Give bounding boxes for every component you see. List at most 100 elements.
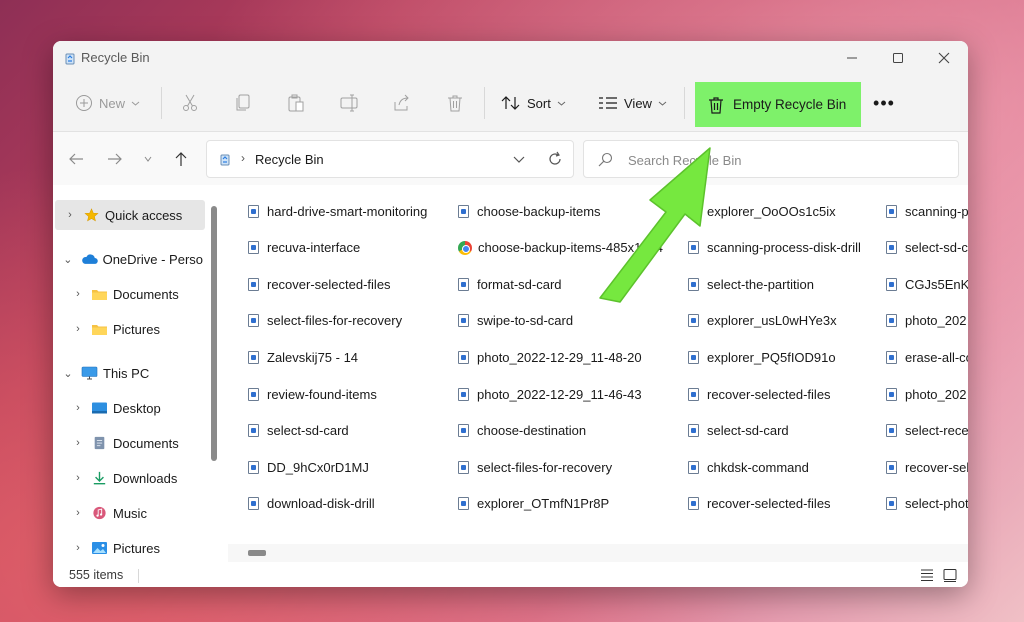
file-name: Zalevskij75 - 14 [267,349,359,365]
delete-button[interactable] [445,85,465,121]
share-icon [394,94,409,111]
file-icon [248,277,259,291]
arrow-left-icon [69,153,83,165]
chevron-right-icon: › [76,437,80,449]
list-item[interactable]: choose-destination [458,420,586,442]
list-item[interactable]: swipe-to-sd-card [458,310,573,332]
file-name: hard-drive-smart-monitoring [267,203,428,219]
star-icon [84,208,99,222]
list-item[interactable]: review-found-items [248,383,377,405]
list-item[interactable]: download-disk-drill [248,493,375,515]
sort-arrows-icon [501,96,520,110]
list-item[interactable]: select-sd-card [248,420,349,442]
view-button[interactable]: View [598,85,667,121]
maximize-button[interactable] [875,41,921,75]
rename-button[interactable] [339,85,359,121]
file-icon [886,460,897,474]
list-item[interactable]: hard-drive-smart-monitoring [248,200,427,222]
item-count: 555 items [69,568,124,582]
empty-recycle-bin-button[interactable]: Empty Recycle Bin [695,82,861,127]
list-item[interactable]: select-files-for-recovery [458,456,612,478]
list-item[interactable]: photo_202 [886,310,966,332]
file-name: explorer_usL0wHYe3x [707,313,837,329]
chevron-down-icon[interactable] [512,150,526,168]
paste-button[interactable] [286,85,306,121]
pictures-icon [92,542,107,554]
sidebar-item-onedrive-pictures[interactable]: › Pictures [53,314,203,344]
list-item[interactable]: photo_2022-12-29_11-48-20 [458,346,642,368]
list-item[interactable]: recover-selected-files [688,493,831,515]
sort-button[interactable]: Sort [501,85,566,121]
list-item[interactable]: CGJs5EnKli [886,273,968,295]
file-icon [886,424,897,438]
sidebar-item-this-pc[interactable]: ⌄ This PC [53,358,203,388]
list-item[interactable]: photo_202 [886,383,966,405]
file-name: select-sd-card [267,423,349,439]
list-item[interactable]: select-recer [886,420,968,442]
list-item[interactable]: scanning-p [886,200,968,222]
list-item[interactable]: select-sd-c [886,237,968,259]
list-item[interactable]: photo_2022-12-29_11-46-43 [458,383,642,405]
sidebar-item-desktop[interactable]: › Desktop [53,393,203,423]
refresh-icon[interactable] [547,150,563,168]
horizontal-scrollbar[interactable] [228,544,968,562]
list-item[interactable]: format-sd-card [458,273,562,295]
file-name: choose-backup-items [477,203,601,219]
list-item[interactable]: recover-selected-files [248,273,391,295]
details-view-icon[interactable] [919,567,935,583]
maximize-icon [893,53,903,63]
up-button[interactable] [171,149,191,169]
sidebar-scrollbar[interactable] [211,206,217,461]
file-name: recover-selected-files [267,276,391,292]
file-icon [688,387,699,401]
list-item[interactable]: select-sd-card [688,420,789,442]
file-icon [248,350,259,364]
list-item[interactable]: explorer_PQ5fIOD91o [688,346,836,368]
minimize-button[interactable] [829,41,875,75]
new-label: New [99,95,126,111]
sidebar-item-label: Documents [113,435,179,451]
breadcrumb[interactable]: Recycle Bin [255,152,324,167]
list-item[interactable]: recuva-interface [248,237,360,259]
file-icon [886,204,897,218]
share-button[interactable] [392,85,412,121]
sidebar-item-onedrive-documents[interactable]: › Documents [53,279,203,309]
forward-button[interactable] [105,149,125,169]
list-item[interactable]: choose-backup-items [458,200,601,222]
close-button[interactable] [921,41,967,75]
sidebar-item-music[interactable]: › Music [53,498,203,528]
sidebar-item-downloads[interactable]: › Downloads [53,463,203,493]
file-icon [458,424,469,438]
sidebar-item-label: OneDrive - Perso [102,251,203,267]
scrollbar-thumb[interactable] [248,550,266,556]
chevron-right-icon: › [68,209,72,221]
list-item[interactable]: explorer_OTmfN1Pr8P [458,493,609,515]
status-divider [138,569,139,583]
address-bar[interactable]: › Recycle Bin [206,140,574,178]
list-item[interactable]: Zalevskij75 - 14 [248,346,358,368]
copy-button[interactable] [233,85,253,121]
trash-icon [448,95,462,112]
command-bar: New Sort View Empty Recycle Bin ••• [53,75,968,132]
sidebar-item-onedrive[interactable]: ⌄ OneDrive - Perso [53,244,203,274]
sidebar-item-documents[interactable]: › Documents [53,428,203,458]
list-item[interactable]: chkdsk-command [688,456,809,478]
list-item[interactable]: recover-sel [886,456,968,478]
cut-button[interactable] [180,85,200,121]
list-item[interactable]: select-phot [886,493,968,515]
new-button[interactable]: New [75,85,140,121]
back-button[interactable] [66,149,86,169]
status-bar: 555 items [53,564,968,587]
large-icons-view-icon[interactable] [942,567,958,583]
sidebar-item-quick-access[interactable]: › Quick access [55,200,205,230]
sidebar-item-pictures[interactable]: › Pictures [53,533,203,563]
list-item[interactable]: explorer_usL0wHYe3x [688,310,837,332]
file-icon [688,497,699,511]
list-item[interactable]: select-files-for-recovery [248,310,402,332]
list-item[interactable]: erase-all-co [886,346,968,368]
recent-locations-button[interactable] [138,149,158,169]
more-options-button[interactable]: ••• [871,85,897,121]
file-icon [248,204,259,218]
list-item[interactable]: DD_9hCx0rD1MJ [248,456,369,478]
list-item[interactable]: recover-selected-files [688,383,831,405]
